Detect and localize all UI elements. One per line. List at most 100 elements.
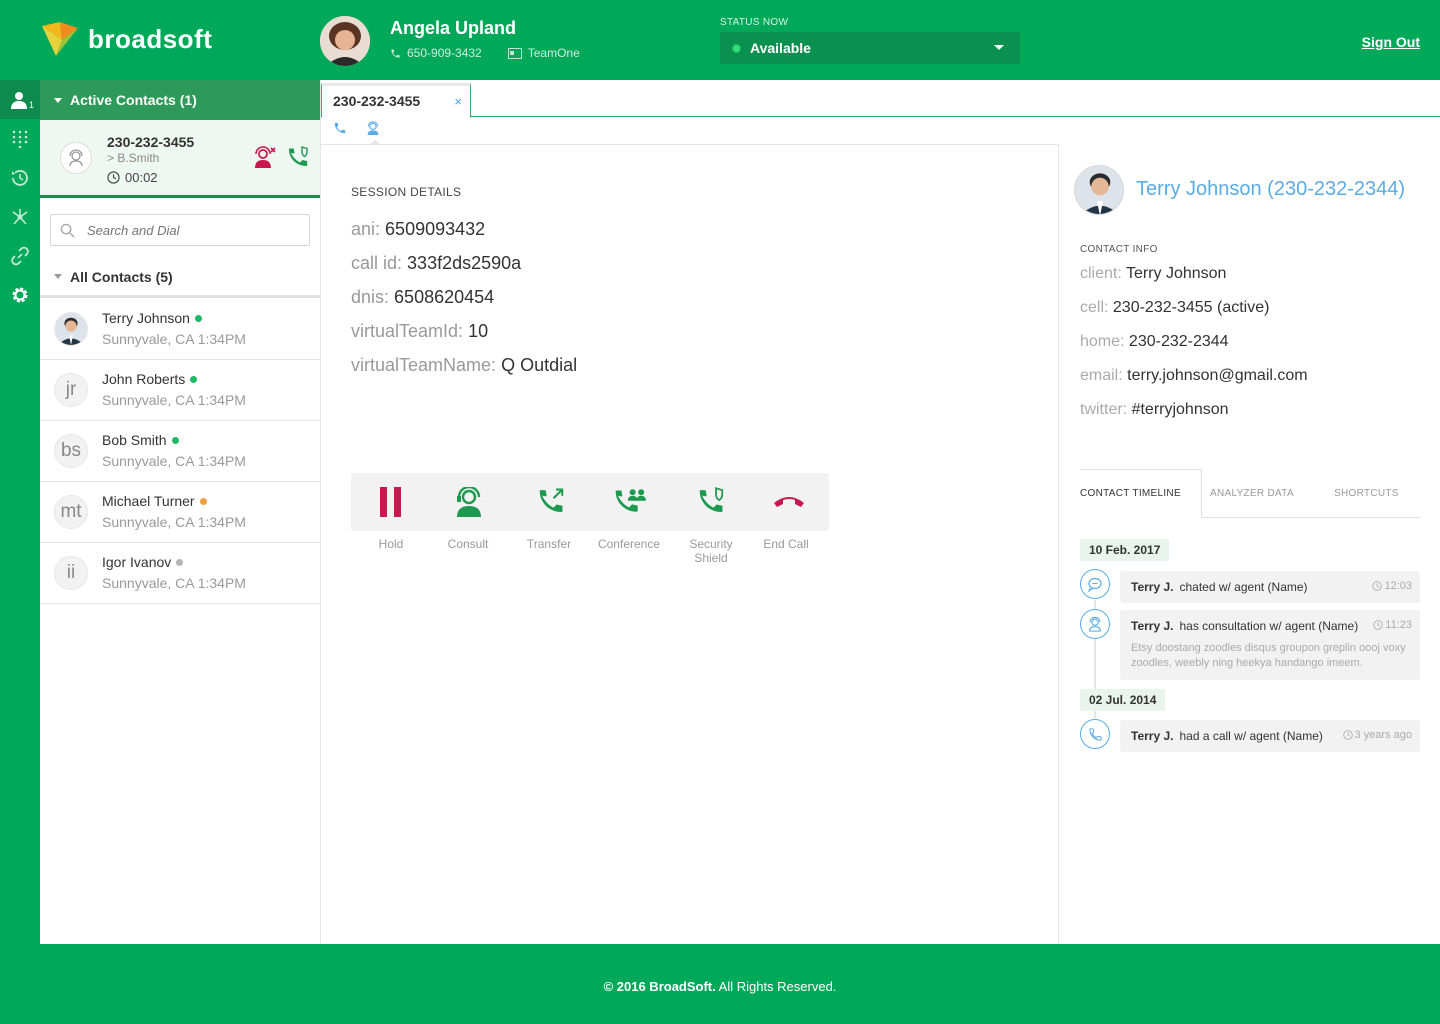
tab-analyzer-data[interactable]: ANALYZER DATA xyxy=(1210,469,1294,518)
session-row: call id: 333f2ds2590a xyxy=(351,253,522,273)
active-contact-number: 230-232-3455 xyxy=(107,134,195,150)
avatar xyxy=(54,312,88,346)
contact-location: Sunnyvale, CA 1:34PM xyxy=(102,331,246,347)
consult-button[interactable] xyxy=(429,473,509,531)
timeline-event[interactable]: Terry J. had a call w/ agent (Name) 3 yea… xyxy=(1120,720,1420,752)
subtab-call[interactable] xyxy=(333,121,347,140)
timeline-event-icon xyxy=(1080,569,1110,599)
main-panel: 230-232-3455 × SESSION DETAILS ani: 6509… xyxy=(320,80,1440,944)
end-call-icon xyxy=(774,497,804,507)
security-shield-icon xyxy=(699,487,724,512)
contact-row-terry-johnson[interactable]: Terry Johnson Sunnyvale, CA 1:34PM xyxy=(40,299,320,360)
close-icon[interactable]: × xyxy=(454,94,462,109)
broadsoft-logo-icon xyxy=(42,22,78,56)
all-contacts-header[interactable]: All Contacts (5) xyxy=(40,258,320,298)
contact-location: Sunnyvale, CA 1:34PM xyxy=(102,453,246,469)
timeline-time: 12:03 xyxy=(1372,580,1412,592)
agent-avatar[interactable] xyxy=(320,16,370,66)
nav-settings[interactable] xyxy=(0,275,40,314)
contact-info-row: client: Terry Johnson xyxy=(1080,265,1227,282)
session-rows: ani: 6509093432 call id: 333f2ds2590a dn… xyxy=(351,219,577,389)
contacts-panel: Active Contacts (1) 230-232-3455 > B.Smi… xyxy=(40,80,320,944)
conference-button[interactable] xyxy=(589,473,669,531)
agent-icon xyxy=(367,121,379,135)
sign-out-link[interactable]: Sign Out xyxy=(1362,34,1420,50)
nav-history[interactable] xyxy=(0,158,40,197)
avatar: mt xyxy=(54,495,88,529)
nav-dialpad[interactable] xyxy=(0,119,40,158)
call-timer-value: 00:02 xyxy=(125,170,158,185)
contact-name: Terry Johnson xyxy=(102,310,202,326)
session-row: dnis: 6508620454 xyxy=(351,287,495,307)
search-input[interactable] xyxy=(87,222,287,238)
contact-name: Igor Ivanov xyxy=(102,554,184,570)
search-and-dial[interactable] xyxy=(50,214,310,246)
chevron-down-icon xyxy=(54,97,62,103)
contact-info-title: CONTACT INFO xyxy=(1080,244,1158,255)
end-consult-button[interactable] xyxy=(253,146,277,175)
session-row: virtualTeamId: 10 xyxy=(351,321,489,341)
subtab-agent[interactable] xyxy=(366,121,380,140)
timeline-time: 3 years ago xyxy=(1342,729,1412,741)
contact-location: Sunnyvale, CA 1:34PM xyxy=(102,392,246,408)
status-dot xyxy=(194,314,202,322)
tab-label: 230-232-3455 xyxy=(333,93,421,109)
contact-name: Michael Turner xyxy=(102,493,207,509)
timeline-event-icon xyxy=(1080,719,1110,749)
status-dropdown[interactable]: Available xyxy=(720,32,1020,64)
end-call-button[interactable] xyxy=(749,473,829,531)
link-icon xyxy=(11,246,29,265)
tab-contact-timeline[interactable]: CONTACT TIMELINE xyxy=(1080,469,1202,518)
contact-list: Terry Johnson Sunnyvale, CA 1:34PM jr Jo… xyxy=(40,299,320,604)
contact-row-bob-smith[interactable]: bs Bob Smith Sunnyvale, CA 1:34PM xyxy=(40,421,320,482)
nav-links[interactable] xyxy=(0,236,40,275)
footer-copyright: © 2016 BroadSoft. xyxy=(603,979,716,994)
status-label: STATUS NOW xyxy=(720,17,789,28)
app-footer: © 2016 BroadSoft. All Rights Reserved. xyxy=(0,944,1440,1024)
status-dot xyxy=(199,497,207,505)
timeline-event[interactable]: Terry J. has consultation w/ agent (Name)… xyxy=(1120,610,1420,680)
contact-row-michael-turner[interactable]: mt Michael Turner Sunnyvale, CA 1:34PM xyxy=(40,482,320,543)
transfer-button[interactable] xyxy=(511,473,591,531)
security-shield-button[interactable] xyxy=(286,146,310,175)
timeline-event[interactable]: Terry J. chated w/ agent (Name) 12:03 xyxy=(1120,571,1420,603)
status-value: Available xyxy=(750,40,811,56)
avatar: ii xyxy=(54,556,88,590)
sub-tabs xyxy=(321,117,1059,145)
active-contact-sub: > B.Smith xyxy=(107,151,160,165)
active-contact-card[interactable]: 230-232-3455 > B.Smith 00:02 xyxy=(40,120,320,198)
chevron-down-icon xyxy=(994,45,1004,50)
footer-rights: All Rights Reserved. xyxy=(715,979,837,994)
contact-tabs: CONTACT TIMELINE ANALYZER DATA SHORTCUTS xyxy=(1080,469,1421,518)
app-header: broadsoft Angela Upland 650-909-3432 Tea… xyxy=(0,0,1440,80)
end-call-label: End Call xyxy=(763,537,809,551)
security-shield-icon xyxy=(289,146,308,166)
agent-team: TeamOne xyxy=(527,46,580,60)
avatar: bs xyxy=(54,434,88,468)
transfer-icon xyxy=(539,488,564,512)
nav-contacts[interactable]: 1 xyxy=(0,80,40,119)
status-dot xyxy=(171,436,179,444)
timeline-event-icon xyxy=(1080,609,1110,639)
contact-row-john-roberts[interactable]: jr John Roberts Sunnyvale, CA 1:34PM xyxy=(40,360,320,421)
security-shield-button[interactable] xyxy=(671,473,751,531)
clock-icon xyxy=(1372,581,1383,591)
contact-info-row: email: terry.johnson@gmail.com xyxy=(1080,367,1308,384)
history-icon xyxy=(12,169,28,186)
phone-icon xyxy=(1088,727,1102,741)
contact-name: John Roberts xyxy=(102,371,198,387)
contact-row-igor-ivanov[interactable]: ii Igor Ivanov Sunnyvale, CA 1:34PM xyxy=(40,543,320,604)
conference-icon xyxy=(615,489,646,512)
active-contacts-header[interactable]: Active Contacts (1) xyxy=(40,80,320,120)
timeline-date: 02 Jul. 2014 xyxy=(1080,689,1166,711)
contact-location: Sunnyvale, CA 1:34PM xyxy=(102,514,246,530)
call-action-labels: Hold Consult Transfer Conference Securit… xyxy=(351,537,829,565)
contact-location: Sunnyvale, CA 1:34PM xyxy=(102,575,246,591)
contact-name: Bob Smith xyxy=(102,432,179,448)
team-card-icon xyxy=(507,47,522,59)
tab-shortcuts[interactable]: SHORTCUTS xyxy=(1334,469,1399,518)
hold-button[interactable] xyxy=(351,473,431,531)
brand-logo: broadsoft xyxy=(40,20,212,58)
tab-call[interactable]: 230-232-3455 × xyxy=(321,83,471,118)
nav-network[interactable] xyxy=(0,197,40,236)
